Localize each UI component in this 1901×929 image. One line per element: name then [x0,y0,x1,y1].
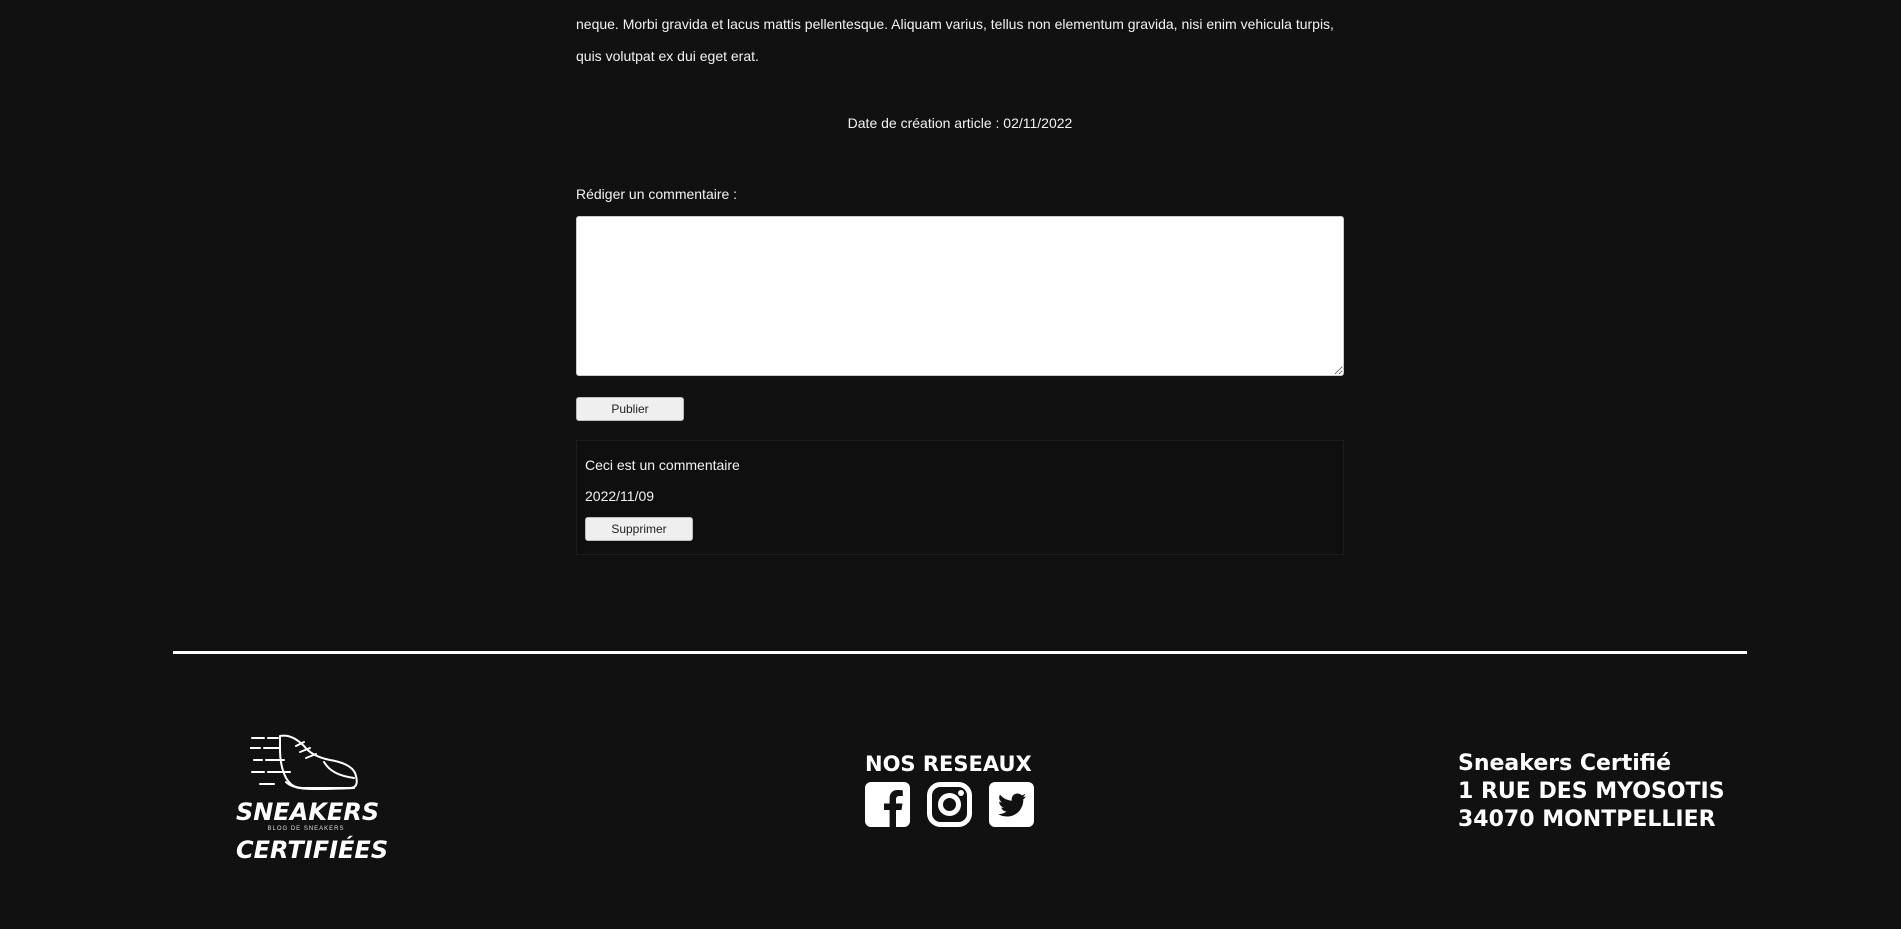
facebook-link[interactable] [865,782,910,827]
address-city: 34070 MONTPELLIER [1458,807,1716,832]
instagram-icon [927,782,972,827]
comment-textarea[interactable] [576,216,1344,376]
social-networks: NOS RESEAUX [865,752,1035,827]
publish-button[interactable]: Publier [576,397,684,421]
address-name: Sneakers Certifié [1458,751,1672,776]
instagram-link[interactable] [927,782,972,827]
article-text-line: neque. Morbi gravida et lacus mattis pel… [576,16,1334,32]
logo-subtitle: BLOG DE SNEAKERS [267,826,345,832]
social-icons-row [865,782,1035,827]
article-text: neque. Morbi gravida et lacus mattis pel… [576,8,1344,72]
comment-card: Ceci est un commentaire 2022/11/09 Suppr… [576,440,1344,555]
delete-comment-button[interactable]: Supprimer [585,517,693,541]
address-street: 1 RUE DES MYOSOTIS [1458,779,1725,804]
facebook-icon [865,782,910,827]
article-creation-date: Date de création article : 02/11/2022 [847,115,1073,131]
networks-title: NOS RESEAUX [865,752,1032,776]
footer-address: Sneakers Certifié 1 RUE DES MYOSOTIS 340… [1458,750,1725,834]
twitter-icon [989,782,1034,827]
logo-text-line1: SNEAKERS [236,798,380,826]
comment-form-label: Rédiger un commentaire : [576,186,738,202]
twitter-link[interactable] [989,782,1034,827]
logo-text-line2: CERTIFIÉES [236,836,389,864]
sneaker-icon [250,734,358,791]
comment-date: 2022/11/09 [585,488,655,504]
article-text-line: quis volutpat ex dui eget erat. [576,48,759,64]
footer-divider [173,651,1747,654]
comment-text: Ceci est un commentaire [585,457,740,473]
site-logo[interactable]: SNEAKERS BLOG DE SNEAKERS CERTIFIÉES [236,728,389,868]
